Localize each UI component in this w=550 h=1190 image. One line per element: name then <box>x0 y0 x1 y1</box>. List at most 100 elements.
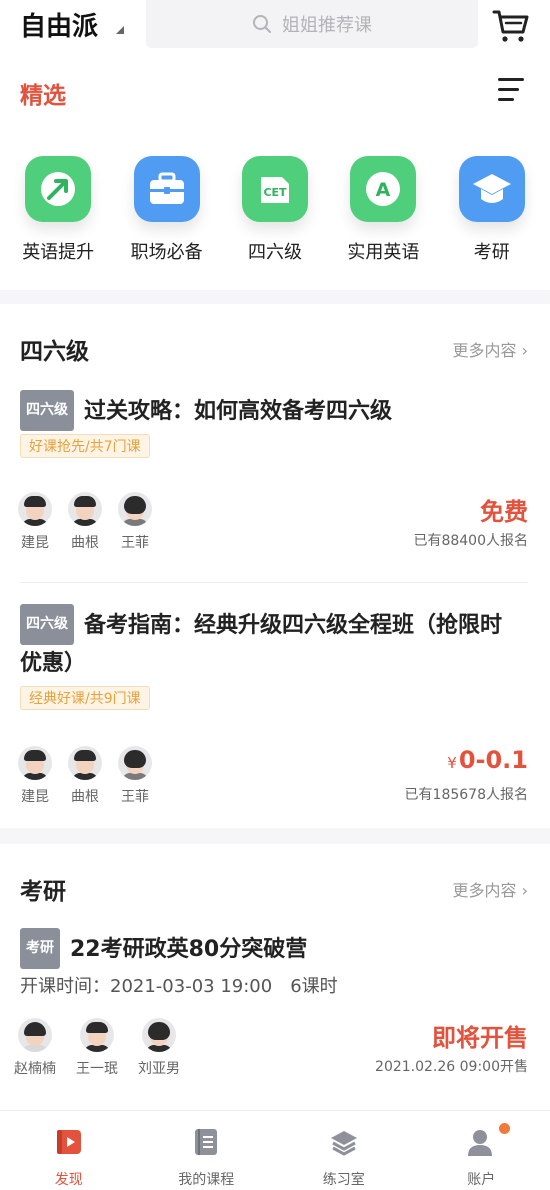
play-book-icon <box>56 1130 81 1154</box>
bottom-tab-bar: 发现 我的课程 练习室 账户 <box>0 1110 550 1190</box>
course-title-row: 四六级 备考指南：经典升级四六级全程班（抢限时优惠） <box>20 604 520 682</box>
more-label: 更多内容 <box>452 881 517 900</box>
more-label: 更多内容 <box>452 341 517 360</box>
promo-badge: 好课抢先/共7门课 <box>20 434 150 458</box>
category-english-improve[interactable]: 英语提升 <box>8 120 108 290</box>
tab-practice-room[interactable]: 练习室 <box>275 1111 413 1190</box>
price-value: 0-0.1 <box>458 746 528 774</box>
more-content-link[interactable]: 更多内容 › <box>452 337 528 361</box>
teacher-list: 建昆 曲根 王菲 <box>18 746 152 806</box>
teacher-name: 王菲 <box>121 535 149 551</box>
notebook-icon <box>195 1129 218 1155</box>
teacher-list: 建昆 曲根 王菲 <box>18 492 152 552</box>
teacher-name: 刘亚男 <box>138 1061 180 1077</box>
avatar <box>18 1018 52 1052</box>
course-title-row: 四六级 过关攻略：如何高效备考四六级 <box>20 390 520 431</box>
user-icon <box>468 1130 493 1156</box>
teacher: 建昆 <box>18 492 52 552</box>
tab-discover[interactable]: 发现 <box>0 1111 138 1190</box>
arrow-up-icon <box>25 156 92 222</box>
course-tag: 考研 <box>20 928 60 969</box>
avatar <box>68 492 102 526</box>
teacher-name: 建昆 <box>21 535 49 551</box>
section-title: 考研 <box>20 879 66 905</box>
category-postgraduate[interactable]: 考研 <box>442 120 542 290</box>
enroll-count: 已有185678人报名 <box>404 787 528 803</box>
svg-text:CET: CET <box>263 186 287 199</box>
tab-my-courses[interactable]: 我的课程 <box>138 1111 276 1190</box>
brand-selector[interactable]: 自由派 <box>20 6 98 43</box>
teacher: 王菲 <box>118 746 152 806</box>
teacher: 王菲 <box>118 492 152 552</box>
search-icon <box>253 15 271 33</box>
course-title: 备考指南：经典升级四六级全程班（抢限时优惠） <box>20 613 503 676</box>
teacher-name: 曲根 <box>71 535 99 551</box>
category-label: 职场必备 <box>130 242 203 263</box>
teacher: 赵楠楠 <box>14 1018 56 1078</box>
teacher: 刘亚男 <box>138 1018 180 1078</box>
tab-featured[interactable]: 精选 <box>20 76 66 110</box>
category-cet[interactable]: CET 四六级 <box>225 120 325 290</box>
price: 免费 <box>480 498 528 526</box>
teacher-name: 王菲 <box>121 789 149 805</box>
promo-badge: 经典好课/共9门课 <box>20 686 150 710</box>
lesson-count: 6课时 <box>290 976 338 997</box>
category-practical-english[interactable]: A 实用英语 <box>333 120 433 290</box>
svg-text:A: A <box>376 179 391 201</box>
avatar <box>118 746 152 780</box>
price: ¥0-0.1 <box>447 746 528 774</box>
tab-label: 账户 <box>467 1172 496 1188</box>
start-time: 开课时间：2021-03-03 19:00 <box>20 976 273 997</box>
layers-icon <box>330 1131 357 1156</box>
course-title-row: 考研 22考研政英80分突破营 <box>20 928 520 969</box>
category-workplace[interactable]: 职场必备 <box>117 120 217 290</box>
tab-label: 我的课程 <box>178 1172 235 1188</box>
sale-time: 2021.02.26 09:00开售 <box>375 1059 528 1075</box>
avatar <box>142 1018 176 1052</box>
section-postgraduate: 考研 更多内容 › 考研 22考研政英80分突破营 开课时间：2021-03-03… <box>0 844 550 1110</box>
course-card[interactable]: 考研 22考研政英80分突破营 开课时间：2021-03-03 19:00 6课时 … <box>0 928 550 1088</box>
course-title: 过关攻略：如何高效备考四六级 <box>84 399 393 424</box>
cart-icon[interactable] <box>492 8 530 44</box>
avatar <box>80 1018 114 1052</box>
teacher: 王一珉 <box>76 1018 118 1078</box>
category-label: 四六级 <box>247 242 302 263</box>
avatar <box>18 746 52 780</box>
category-label: 英语提升 <box>22 242 95 263</box>
more-content-link[interactable]: 更多内容 › <box>452 877 528 901</box>
caret-down-icon <box>116 26 124 34</box>
currency-symbol: ¥ <box>447 754 457 772</box>
letter-a-icon: A <box>350 156 417 222</box>
graduation-cap-icon <box>458 156 525 222</box>
section-title: 四六级 <box>20 339 89 365</box>
cet-icon: CET <box>241 156 308 222</box>
teacher-name: 曲根 <box>71 789 99 805</box>
search-input[interactable]: 姐姐推荐课 <box>146 0 478 48</box>
teacher-list: 赵楠楠 王一珉 刘亚男 <box>14 1018 180 1078</box>
teacher: 建昆 <box>18 746 52 806</box>
divider <box>20 582 528 583</box>
teacher: 曲根 <box>68 746 102 806</box>
sale-status: 即将开售 <box>432 1024 528 1052</box>
top-bar: 自由派 姐姐推荐课 精选 <box>0 0 550 120</box>
course-tag: 四六级 <box>20 604 74 645</box>
search-placeholder: 姐姐推荐课 <box>282 15 372 36</box>
teacher-name: 赵楠楠 <box>14 1061 56 1077</box>
course-schedule: 开课时间：2021-03-03 19:00 6课时 <box>20 972 338 998</box>
menu-icon[interactable] <box>498 78 526 104</box>
course-tag: 四六级 <box>20 390 74 431</box>
avatar <box>18 492 52 526</box>
section-cet: 四六级 更多内容 › 四六级 过关攻略：如何高效备考四六级 好课抢先/共7门课 建… <box>0 304 550 828</box>
course-card[interactable]: 四六级 过关攻略：如何高效备考四六级 好课抢先/共7门课 建昆 曲根 王菲 免费 … <box>0 388 550 572</box>
tab-account[interactable]: 账户 <box>413 1111 550 1190</box>
teacher: 曲根 <box>68 492 102 552</box>
enroll-count: 已有88400人报名 <box>413 533 528 549</box>
category-grid: 英语提升 职场必备 CET 四六级 A 实用英语 考研 <box>0 120 550 290</box>
chevron-right-icon: › <box>521 881 528 900</box>
chevron-right-icon: › <box>521 341 528 360</box>
teacher-name: 王一珉 <box>76 1061 118 1077</box>
briefcase-icon <box>133 156 200 222</box>
course-card[interactable]: 四六级 备考指南：经典升级四六级全程班（抢限时优惠） 经典好课/共9门课 建昆 曲… <box>0 604 550 806</box>
category-label: 考研 <box>473 242 510 263</box>
avatar <box>118 492 152 526</box>
